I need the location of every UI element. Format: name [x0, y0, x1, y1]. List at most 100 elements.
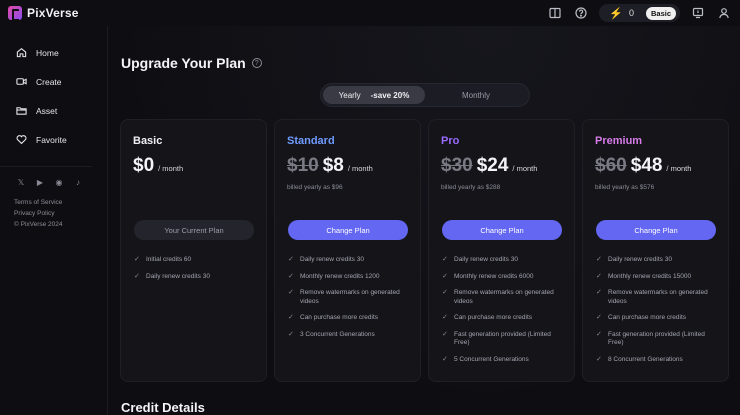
sidebar-item-label: Asset — [36, 105, 58, 116]
tiktok-icon[interactable]: ♪ — [73, 177, 83, 187]
plan-name: Pro — [441, 135, 460, 147]
feature-text: Remove watermarks on generated videos — [300, 289, 400, 305]
folder-icon — [16, 107, 27, 115]
plan-price: $8 — [322, 155, 344, 176]
yearly-label: Yearly — [338, 90, 361, 100]
book-icon[interactable] — [547, 5, 563, 21]
user-icon[interactable] — [716, 5, 732, 21]
feature-text: Fast generation provided (Limited Free) — [608, 330, 705, 347]
plan-price: $48 — [630, 155, 663, 176]
list-item: ✓ Initial credits 60 — [134, 256, 256, 265]
check-icon: ✓ — [288, 272, 294, 280]
feature-text: Daily renew credits 30 — [146, 272, 210, 280]
sidebar-item-label: Create — [36, 76, 62, 87]
feature-text: Remove watermarks on generated videos — [454, 289, 554, 305]
list-item: ✓ Remove watermarks on generated videos — [596, 289, 718, 306]
price-row: $0 / month — [133, 155, 254, 179]
billed-note: billed yearly as $288 — [441, 184, 501, 191]
sidebar-item-label: Favorite — [36, 134, 67, 145]
plan-name: Premium — [595, 135, 643, 147]
logo[interactable]: PixVerse — [8, 6, 79, 21]
check-icon: ✓ — [442, 314, 448, 321]
brand-name: PixVerse — [27, 6, 79, 20]
plan-price: $0 — [133, 155, 155, 176]
check-icon: ✓ — [596, 355, 602, 363]
list-item: ✓ Daily renew credits 30 — [442, 256, 564, 265]
check-icon: ✓ — [442, 272, 448, 280]
current-plan-button[interactable]: Your Current Plan — [134, 220, 254, 240]
social-links: 𝕏 ▶ ◉ ♪ — [0, 166, 92, 187]
plan-price: $24 — [476, 155, 509, 176]
page-title: Upgrade Your Plan — [121, 55, 246, 71]
list-item: ✓ Remove watermarks on generated videos — [442, 289, 564, 306]
check-icon: ✓ — [442, 330, 448, 338]
top-bar: PixVerse ⚡ 0 Basic — [0, 0, 740, 26]
help-icon[interactable] — [573, 5, 589, 21]
price-row: $60 $48 / month — [595, 155, 716, 179]
list-item: ✓ 5 Concurrent Generations — [442, 356, 564, 365]
x-icon[interactable]: 𝕏 — [16, 177, 26, 187]
check-icon: ✓ — [596, 256, 602, 263]
feature-text: Daily renew credits 30 — [300, 256, 364, 263]
sidebar-item-asset[interactable]: Asset — [0, 96, 107, 125]
check-icon: ✓ — [134, 272, 140, 280]
check-icon: ✓ — [442, 256, 448, 263]
plan-cards: Basic $0 / month Your Current Plan ✓ Init… — [120, 119, 729, 382]
question-mark-icon[interactable]: ? — [251, 58, 262, 68]
list-item: ✓ Daily renew credits 30 — [596, 256, 718, 265]
plan-old-price: $60 — [595, 155, 627, 176]
youtube-icon[interactable]: ▶ — [35, 177, 45, 187]
price-period: / month — [512, 164, 538, 173]
privacy-link[interactable]: Privacy Policy — [14, 208, 107, 219]
toggle-yearly[interactable]: Yearly -save 20% — [323, 86, 425, 104]
credits-count: 0 — [628, 8, 634, 18]
toggle-monthly[interactable]: Monthly — [425, 86, 527, 104]
list-item: ✓ Can purchase more credits — [288, 314, 410, 323]
notification-icon[interactable] — [690, 5, 706, 21]
change-plan-button[interactable]: Change Plan — [288, 220, 408, 240]
sidebar-item-favorite[interactable]: Favorite — [0, 125, 107, 154]
feature-text: 3 Concurrent Generations — [300, 330, 375, 338]
top-right-actions: ⚡ 0 Basic — [547, 4, 732, 22]
legal-links: Terms of Service Privacy Policy © PixVer… — [0, 197, 107, 230]
check-icon: ✓ — [288, 289, 294, 296]
feature-text: Daily renew credits 30 — [454, 256, 518, 263]
sidebar-item-home[interactable]: Home — [0, 38, 107, 67]
billed-note — [133, 184, 254, 194]
list-item: ✓ Can purchase more credits — [596, 314, 718, 323]
change-plan-button[interactable]: Change Plan — [442, 220, 562, 240]
feature-text: Daily renew credits 30 — [608, 256, 672, 263]
list-item: ✓ 8 Concurrent Generations — [596, 356, 718, 365]
billing-toggle: Yearly -save 20% Monthly — [320, 83, 530, 107]
billed-note: billed yearly as $96 — [287, 184, 343, 191]
sidebar-item-create[interactable]: Create — [0, 67, 107, 96]
list-item: ✓ 3 Concurrent Generations — [288, 331, 410, 340]
list-item: ✓ Monthly renew credits 6000 — [442, 273, 564, 282]
plan-card-pro: Pro $30 $24 / month billed yearly as $28… — [428, 119, 575, 382]
feature-text: Fast generation provided (Limited Free) — [454, 330, 551, 347]
monthly-label: Monthly — [461, 90, 490, 100]
price-row: $30 $24 / month — [441, 155, 562, 179]
feature-list: ✓ Daily renew credits 30 ✓ Monthly renew c… — [288, 256, 410, 347]
discord-icon[interactable]: ◉ — [54, 177, 64, 187]
list-item: ✓ Daily renew credits 30 — [134, 273, 256, 282]
plan-card-basic: Basic $0 / month Your Current Plan ✓ Init… — [120, 119, 267, 382]
feature-text: Can purchase more credits — [300, 314, 379, 321]
video-camera-icon — [16, 78, 27, 85]
feature-text: Monthly renew credits 1200 — [300, 272, 380, 280]
list-item: ✓ Daily renew credits 30 — [288, 256, 410, 265]
credit-details-title: Credit Details — [121, 400, 205, 415]
terms-link[interactable]: Terms of Service — [14, 197, 107, 208]
list-item: ✓ Remove watermarks on generated videos — [288, 289, 410, 306]
change-plan-button[interactable]: Change Plan — [596, 220, 716, 240]
list-item: ✓ Monthly renew credits 15000 — [596, 273, 718, 282]
pixverse-logo-icon — [8, 6, 22, 21]
check-icon: ✓ — [596, 272, 602, 280]
check-icon: ✓ — [134, 256, 140, 263]
check-icon: ✓ — [442, 289, 448, 296]
credits-pill[interactable]: ⚡ 0 Basic — [599, 4, 680, 22]
check-icon: ✓ — [596, 330, 602, 338]
billed-note: billed yearly as $576 — [595, 184, 655, 191]
feature-text: Remove watermarks on generated videos — [608, 289, 708, 305]
list-item: ✓ Fast generation provided (Limited Free) — [596, 331, 718, 348]
